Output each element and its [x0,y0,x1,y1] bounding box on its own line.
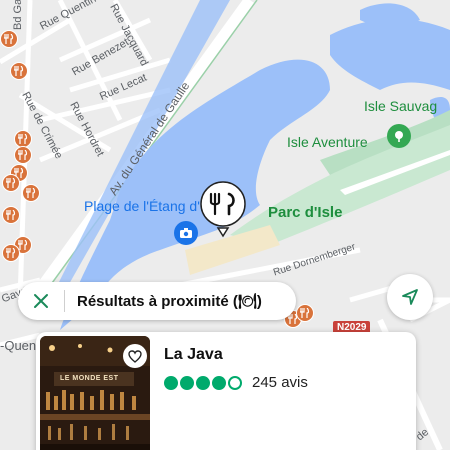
restaurant-marker-icon[interactable] [296,304,314,322]
place-label-isle-aventure: Isle Aventure [287,134,368,150]
restaurant-marker-icon[interactable] [14,146,32,164]
rating-bubble-empty [228,375,242,390]
restaurant-marker-icon[interactable] [22,184,40,202]
restaurant-marker-icon[interactable] [2,206,20,224]
restaurant-name[interactable]: La Java [164,346,223,364]
review-count[interactable]: 245 avis [252,374,308,391]
place-label-isle-sauvage: Isle Sauvag [364,98,438,114]
street-label-bd-gambetta: Bd Gambe [12,0,24,30]
place-label-parc: Parc d'Isle [268,204,343,221]
restaurant-photo[interactable]: LE MONDE EST [40,336,150,450]
restaurant-card[interactable]: LE MONDE EST La Java 245 avis [36,332,416,450]
rating-bubble-filled [180,375,194,390]
restaurant-marker-icon[interactable] [0,30,18,48]
close-button[interactable] [18,282,64,320]
camera-marker-icon[interactable] [174,221,198,245]
navigation-arrow-icon [402,289,418,305]
close-icon [34,294,48,308]
restaurant-marker-icon[interactable] [2,174,20,192]
locate-button[interactable] [387,274,433,320]
street-label-quen: -Quen [0,338,37,353]
place-label-plage: Plage de l'Étang d'Isl [84,198,214,214]
save-favorite-button[interactable] [123,344,147,368]
selected-restaurant-pin-icon[interactable] [198,180,248,238]
rating-bubble-filled [164,375,178,390]
search-results-bar[interactable]: Résultats à proximité (🍽) [18,282,296,320]
search-query-text: Résultats à proximité (🍽) [77,293,262,310]
rating-bubble-filled [196,375,210,390]
rating-row: 245 avis [164,374,308,391]
park-marker-icon[interactable] [387,124,411,148]
restaurant-marker-icon[interactable] [2,244,20,262]
restaurant-marker-icon[interactable] [10,62,28,80]
heart-icon [128,349,142,363]
photo-sign-text: LE MONDE EST [60,375,119,382]
rating-bubble-filled [212,375,226,390]
